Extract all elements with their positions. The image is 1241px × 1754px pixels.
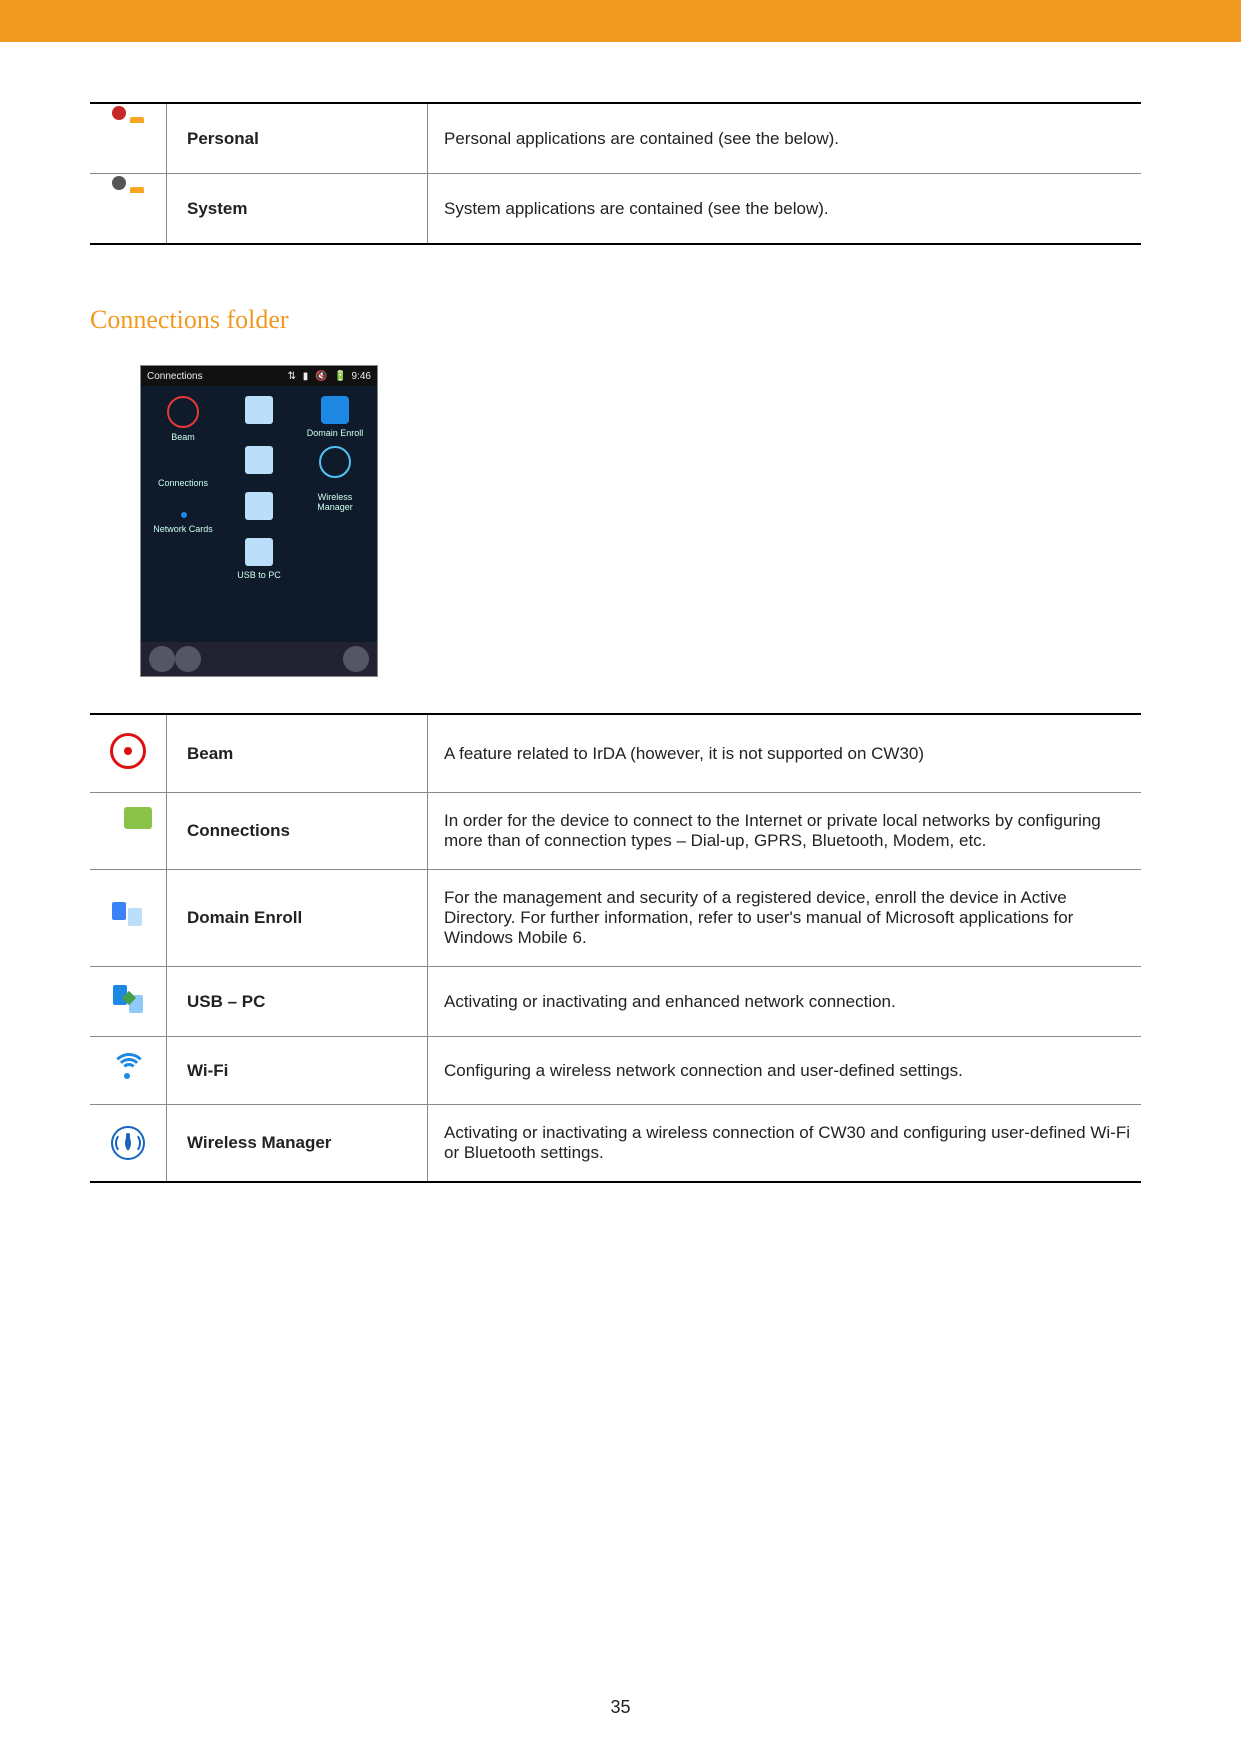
usb-pc-icon xyxy=(113,985,143,1013)
start-icon xyxy=(149,646,175,672)
row-desc: In order for the device to connect to th… xyxy=(428,793,1142,870)
table-row: System System applications are contained… xyxy=(90,174,1141,245)
screenshot-title: Connections xyxy=(147,371,203,382)
connections-icon xyxy=(112,813,144,845)
table-row: Wi-Fi Configuring a wireless network con… xyxy=(90,1037,1141,1105)
row-desc: Configuring a wireless network connectio… xyxy=(428,1037,1142,1105)
table-row: Personal Personal applications are conta… xyxy=(90,103,1141,174)
row-name: Connections xyxy=(167,793,428,870)
row-name: Personal xyxy=(167,103,428,174)
row-desc: For the management and security of a reg… xyxy=(428,870,1142,967)
row-name: System xyxy=(167,174,428,245)
folder-personal-icon xyxy=(111,122,145,150)
row-desc: System applications are contained (see t… xyxy=(428,174,1142,245)
page-number: 35 xyxy=(0,1697,1241,1718)
row-name: Domain Enroll xyxy=(167,870,428,967)
domain-enroll-icon xyxy=(321,396,349,424)
section-title: Connections folder xyxy=(90,305,1141,335)
domain-enroll-icon xyxy=(112,902,144,930)
folder-system-icon xyxy=(111,192,145,220)
wireless-manager-icon xyxy=(111,1126,145,1160)
table-row: Wireless Manager Activating or inactivat… xyxy=(90,1105,1141,1183)
table-row: Domain Enroll For the management and sec… xyxy=(90,870,1141,967)
row-desc: Activating or inactivating a wireless co… xyxy=(428,1105,1142,1183)
table-row: Beam A feature related to IrDA (however,… xyxy=(90,714,1141,793)
beam-icon xyxy=(167,396,199,428)
settings-folders-table: Personal Personal applications are conta… xyxy=(90,102,1141,245)
row-name: USB – PC xyxy=(167,967,428,1037)
row-name: Wireless Manager xyxy=(167,1105,428,1183)
table-row: Connections In order for the device to c… xyxy=(90,793,1141,870)
row-name: Beam xyxy=(167,714,428,793)
row-name: Wi-Fi xyxy=(167,1037,428,1105)
domain-enroll-icon xyxy=(245,396,273,424)
usb-pc-icon xyxy=(245,538,273,566)
row-desc: Personal applications are contained (see… xyxy=(428,103,1142,174)
beam-icon xyxy=(110,733,146,769)
connections-table: Beam A feature related to IrDA (however,… xyxy=(90,713,1141,1183)
wifi-icon xyxy=(112,1055,144,1081)
device-screenshot: Connections ⇅ ▮ 🔇 🔋 9:46 Beam Domain Enr… xyxy=(140,365,378,677)
header-bar xyxy=(0,0,1241,42)
screenshot-time: ⇅ ▮ 🔇 🔋 9:46 xyxy=(288,371,371,382)
close-icon xyxy=(343,646,369,672)
back-icon xyxy=(175,646,201,672)
row-desc: A feature related to IrDA (however, it i… xyxy=(428,714,1142,793)
table-row: USB – PC Activating or inactivating and … xyxy=(90,967,1141,1037)
connections-icon xyxy=(245,446,273,474)
wifi-icon xyxy=(169,492,197,520)
page-content: Personal Personal applications are conta… xyxy=(0,42,1241,1223)
row-desc: Activating or inactivating and enhanced … xyxy=(428,967,1142,1037)
wireless-manager-icon xyxy=(319,446,351,478)
